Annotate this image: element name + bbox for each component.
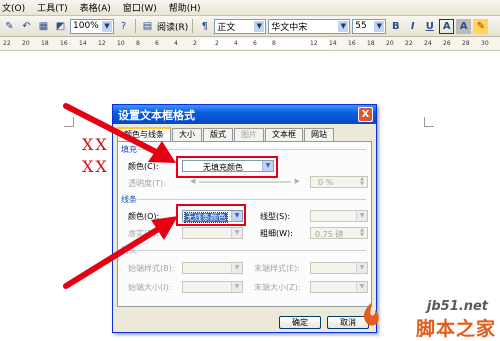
watermark-text: 脚本之家 (415, 318, 496, 340)
watermark-url: jb51.net (426, 299, 488, 314)
arrow-to-line-color (63, 216, 178, 289)
site-logo-icon (363, 303, 379, 326)
arrow-to-fill-color (63, 103, 176, 163)
annotation-arrows (63, 103, 178, 289)
